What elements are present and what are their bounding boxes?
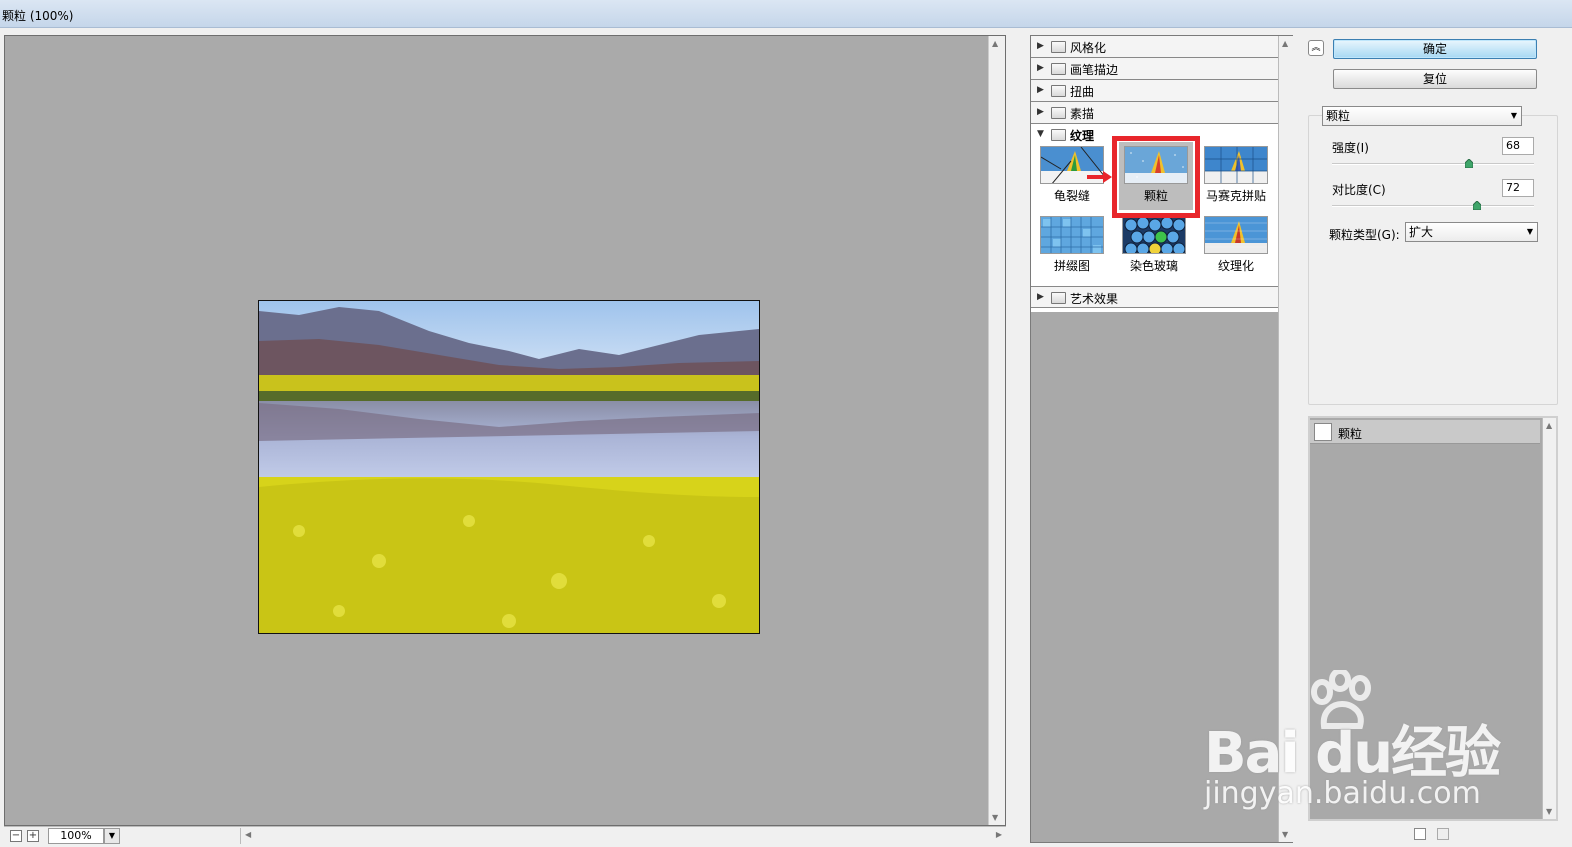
chevron-down-icon: ▼ bbox=[1526, 227, 1533, 236]
folder-icon bbox=[1051, 129, 1066, 141]
filter-mosaic-tiles[interactable]: 马赛克拼贴 bbox=[1203, 146, 1269, 204]
scroll-down-icon[interactable]: ▼ bbox=[1546, 807, 1552, 816]
contrast-label: 对比度(C) bbox=[1332, 183, 1386, 197]
layers-scrollbar[interactable]: ▲ ▼ bbox=[1542, 418, 1556, 819]
triangle-down-icon: ▼ bbox=[1037, 129, 1044, 139]
thumbnail-label: 染色玻璃 bbox=[1129, 259, 1178, 273]
filter-settings: 颗粒 ▼ 强度(I) 68 对比度(C) 72 颗粒类型(G): 扩大 ▼ bbox=[1308, 106, 1558, 405]
thumbnail-label: 马赛克拼贴 bbox=[1205, 189, 1266, 203]
category-sketch[interactable]: ▶ 素描 bbox=[1031, 102, 1278, 124]
chevron-down-icon: ▼ bbox=[1510, 111, 1517, 120]
zoom-in-button[interactable]: + bbox=[27, 830, 39, 842]
category-label: 画笔描边 bbox=[1070, 63, 1119, 77]
thumbnail-label: 纹理化 bbox=[1217, 259, 1254, 273]
scroll-up-icon[interactable]: ▲ bbox=[1282, 39, 1288, 48]
watermark: Bai du经验 jingyan.baidu.com bbox=[1200, 670, 1530, 820]
category-artistic[interactable]: ▶ 艺术效果 bbox=[1031, 286, 1278, 308]
effect-layer[interactable]: 颗粒 bbox=[1310, 420, 1540, 444]
filter-select-value: 颗粒 bbox=[1326, 109, 1351, 123]
zoom-level[interactable]: 100% bbox=[48, 828, 104, 844]
scroll-up-icon[interactable]: ▲ bbox=[1546, 421, 1552, 430]
category-label: 素描 bbox=[1070, 107, 1095, 121]
preview-image bbox=[258, 300, 760, 634]
intensity-label: 强度(I) bbox=[1332, 141, 1369, 155]
reset-button[interactable]: 复位 bbox=[1333, 69, 1537, 89]
preview-horizontal-scrollbar[interactable]: ◀ ▶ bbox=[240, 828, 1006, 844]
category-label: 风格化 bbox=[1070, 41, 1107, 55]
slider-knob[interactable] bbox=[1465, 159, 1474, 168]
grain-type-value: 扩大 bbox=[1409, 225, 1434, 239]
triangle-right-icon: ▶ bbox=[1037, 107, 1044, 117]
scroll-left-icon[interactable]: ◀ bbox=[245, 830, 251, 839]
filter-texturizer[interactable]: 纹理化 bbox=[1203, 216, 1269, 274]
triangle-right-icon: ▶ bbox=[1037, 292, 1044, 302]
category-distort[interactable]: ▶ 扭曲 bbox=[1031, 80, 1278, 102]
folder-icon bbox=[1051, 107, 1066, 119]
folder-icon bbox=[1051, 85, 1066, 97]
selection-highlight bbox=[1112, 136, 1200, 218]
collapse-gallery-button[interactable]: ︽ bbox=[1308, 40, 1324, 56]
category-label: 扭曲 bbox=[1070, 85, 1095, 99]
category-brush-strokes[interactable]: ▶ 画笔描边 bbox=[1031, 58, 1278, 80]
preview-status-bar: − + 100% ▼ ◀ ▶ bbox=[4, 826, 1006, 844]
scroll-down-icon[interactable]: ▼ bbox=[1282, 830, 1288, 839]
thumbnail-image bbox=[1122, 216, 1186, 254]
filter-category-list: ▶ 风格化 ▶ 画笔描边 ▶ 扭曲 ▶ 素描 ▼ 纹理 龟裂缝 颗粒 马赛克拼贴… bbox=[1031, 36, 1278, 312]
scroll-right-icon[interactable]: ▶ bbox=[996, 830, 1002, 839]
triangle-right-icon: ▶ bbox=[1037, 85, 1044, 95]
window-title: 颗粒 (100%) bbox=[2, 9, 74, 23]
contrast-slider[interactable] bbox=[1332, 201, 1534, 210]
thumbnail-label: 拼缀图 bbox=[1053, 259, 1090, 273]
zoom-out-button[interactable]: − bbox=[10, 830, 22, 842]
scroll-down-icon[interactable]: ▼ bbox=[992, 813, 998, 822]
intensity-input[interactable]: 68 bbox=[1502, 137, 1534, 155]
thumbnail-image bbox=[1040, 216, 1104, 254]
title-bar: 颗粒 (100%) bbox=[0, 0, 1572, 28]
category-stylize[interactable]: ▶ 风格化 bbox=[1031, 36, 1278, 58]
filter-stained-glass[interactable]: 染色玻璃 bbox=[1121, 216, 1187, 274]
preview-canvas[interactable]: ▲ ▼ bbox=[4, 35, 1006, 826]
folder-icon bbox=[1051, 292, 1066, 304]
arrow-right-icon bbox=[1087, 171, 1112, 183]
thumbnail-label: 龟裂缝 bbox=[1053, 189, 1090, 203]
thumbnail-image bbox=[1204, 146, 1268, 184]
ok-button[interactable]: 确定 bbox=[1333, 39, 1537, 59]
chevron-up-icon: ︽ bbox=[1311, 43, 1321, 53]
watermark-sub: jingyan.baidu.com bbox=[1204, 776, 1481, 811]
scroll-up-icon[interactable]: ▲ bbox=[992, 39, 998, 48]
visibility-toggle[interactable] bbox=[1314, 423, 1332, 441]
effect-layer-label: 颗粒 bbox=[1338, 427, 1363, 441]
category-label: 纹理 bbox=[1070, 129, 1095, 143]
preview-vertical-scrollbar[interactable]: ▲ ▼ bbox=[988, 36, 1005, 825]
triangle-right-icon: ▶ bbox=[1037, 41, 1044, 51]
contrast-input[interactable]: 72 bbox=[1502, 179, 1534, 197]
filter-select[interactable]: 颗粒 ▼ bbox=[1322, 106, 1522, 126]
zoom-dropdown-button[interactable]: ▼ bbox=[104, 828, 120, 844]
chevron-down-icon: ▼ bbox=[108, 831, 116, 840]
grain-type-select[interactable]: 扩大 ▼ bbox=[1405, 222, 1538, 242]
new-layer-icon[interactable] bbox=[1414, 828, 1426, 840]
triangle-right-icon: ▶ bbox=[1037, 63, 1044, 73]
folder-icon bbox=[1051, 41, 1066, 53]
slider-knob[interactable] bbox=[1473, 201, 1482, 210]
category-label: 艺术效果 bbox=[1070, 292, 1119, 306]
folder-icon bbox=[1051, 63, 1066, 75]
trash-icon[interactable] bbox=[1437, 828, 1449, 840]
grain-type-label: 颗粒类型(G): bbox=[1329, 228, 1400, 242]
filter-patchwork[interactable]: 拼缀图 bbox=[1039, 216, 1105, 274]
intensity-slider[interactable] bbox=[1332, 159, 1534, 168]
thumbnail-image bbox=[1204, 216, 1268, 254]
